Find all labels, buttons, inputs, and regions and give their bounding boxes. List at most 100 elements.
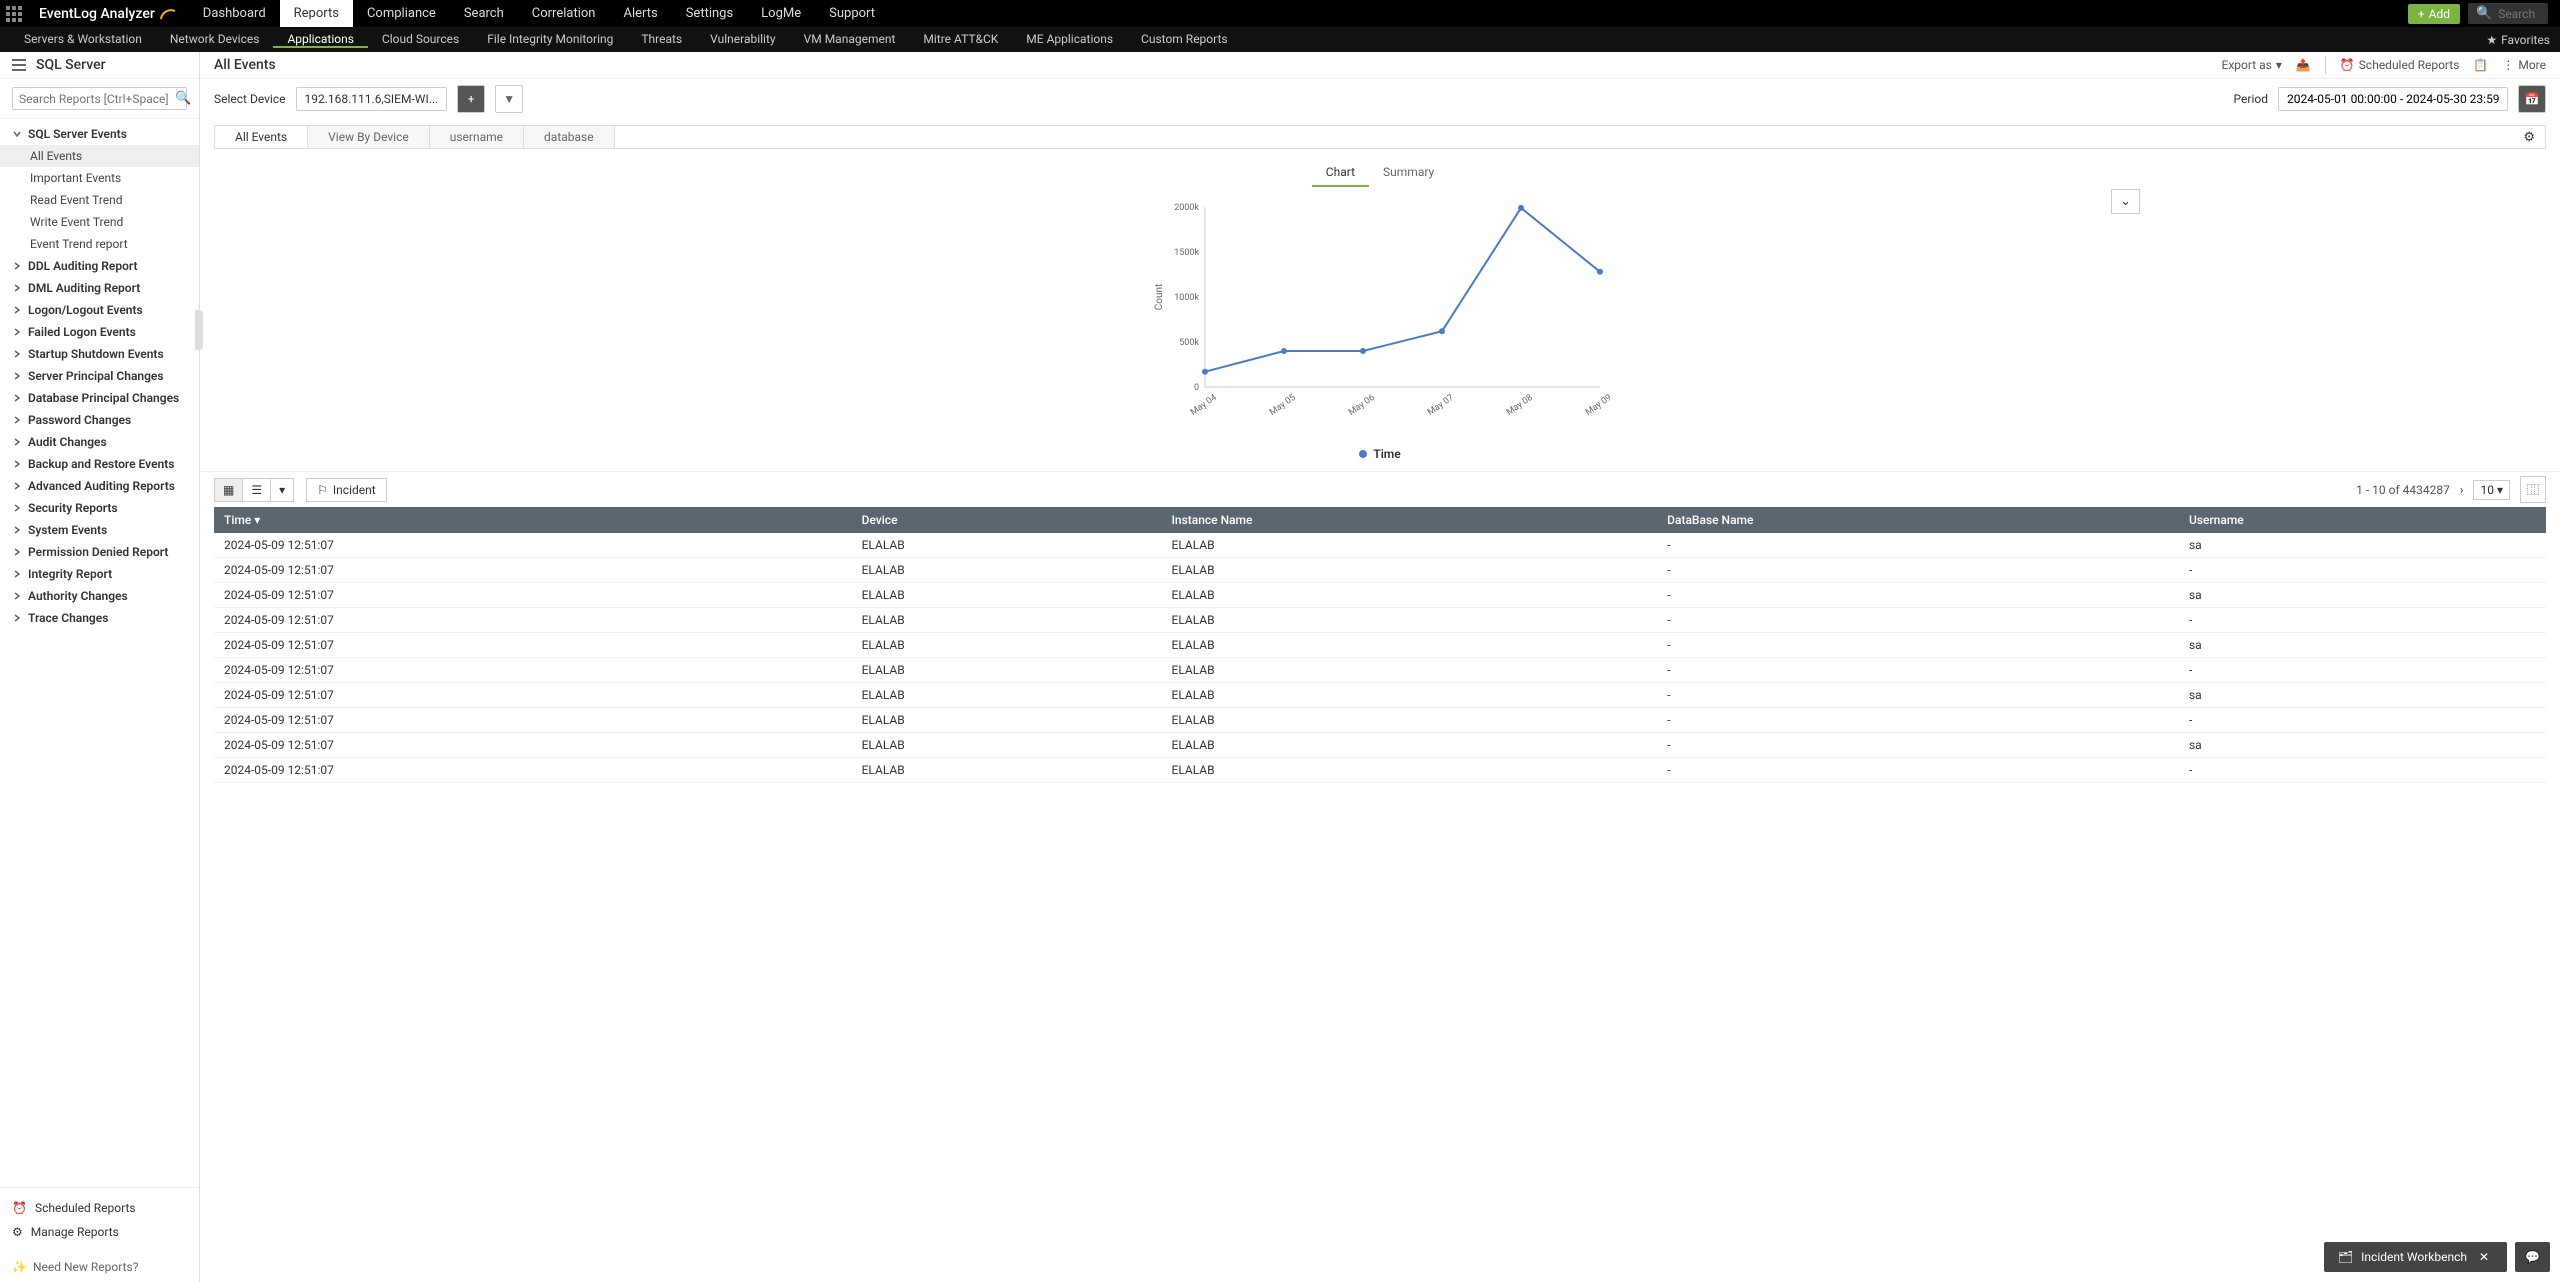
schedule-add-icon[interactable]: 📋: [2473, 58, 2488, 72]
subnav-item[interactable]: Threats: [627, 32, 696, 48]
tree-child[interactable]: Event Trend report: [0, 233, 199, 255]
export-dropdown[interactable]: Export as ▾: [2222, 58, 2282, 72]
subnav-item[interactable]: ME Applications: [1012, 32, 1127, 48]
tree-group[interactable]: Server Principal Changes: [0, 365, 199, 387]
tree-group[interactable]: Integrity Report: [0, 563, 199, 585]
hamburger-icon[interactable]: [12, 59, 26, 71]
tree-group[interactable]: Permission Denied Report: [0, 541, 199, 563]
tree-group[interactable]: Advanced Auditing Reports: [0, 475, 199, 497]
sidebar-search-input[interactable]: [19, 92, 175, 106]
list-dropdown-button[interactable]: ▾: [271, 479, 293, 501]
subnav-item[interactable]: Applications: [273, 32, 367, 48]
tree-group[interactable]: Failed Logon Events: [0, 321, 199, 343]
table-row[interactable]: 2024-05-09 12:51:07ELALABELALAB--: [214, 558, 2546, 583]
tree-child[interactable]: Important Events: [0, 167, 199, 189]
table-row[interactable]: 2024-05-09 12:51:07ELALABELALAB-sa: [214, 733, 2546, 758]
topnav-support[interactable]: Support: [815, 0, 889, 27]
topnav-search[interactable]: Search: [450, 0, 518, 27]
result-tab[interactable]: All Events: [215, 126, 308, 148]
page-next-button[interactable]: ›: [2460, 483, 2464, 497]
sidebar-search[interactable]: 🔍: [12, 87, 187, 110]
incident-workbench-button[interactable]: 🗂 Incident Workbench ✕: [2324, 1242, 2507, 1272]
tree-group[interactable]: Backup and Restore Events: [0, 453, 199, 475]
chart-tab[interactable]: Chart: [1312, 159, 1369, 187]
subnav-item[interactable]: VM Management: [790, 32, 910, 48]
tree-group[interactable]: Audit Changes: [0, 431, 199, 453]
global-search-input[interactable]: [2498, 7, 2548, 21]
column-header[interactable]: Device: [852, 507, 1162, 533]
tree-group[interactable]: System Events: [0, 519, 199, 541]
period-input[interactable]: [2278, 87, 2508, 111]
filter-button[interactable]: ▼: [495, 85, 523, 113]
export-icon[interactable]: 📤: [2296, 58, 2311, 72]
column-header[interactable]: DataBase Name: [1657, 507, 2179, 533]
table-row[interactable]: 2024-05-09 12:51:07ELALABELALAB-sa: [214, 533, 2546, 558]
tree-child[interactable]: Write Event Trend: [0, 211, 199, 233]
tree-group[interactable]: Database Principal Changes: [0, 387, 199, 409]
tabs-settings-button[interactable]: ⚙: [2513, 126, 2545, 148]
grid-view-button[interactable]: ▦: [215, 479, 243, 501]
subnav-item[interactable]: Servers & Workstation: [10, 32, 156, 48]
more-button[interactable]: ⋮ More: [2502, 58, 2546, 72]
tree-group[interactable]: Password Changes: [0, 409, 199, 431]
tree-group[interactable]: DML Auditing Report: [0, 277, 199, 299]
chat-button[interactable]: 💬: [2515, 1242, 2550, 1272]
device-select[interactable]: 192.168.111.6,SIEM-WI...: [296, 87, 448, 111]
chart-type-dropdown[interactable]: ⌄: [2111, 189, 2140, 214]
tree-group[interactable]: Startup Shutdown Events: [0, 343, 199, 365]
topnav-logme[interactable]: LogMe: [747, 0, 815, 27]
table-row[interactable]: 2024-05-09 12:51:07ELALABELALAB-sa: [214, 583, 2546, 608]
apps-icon[interactable]: [0, 0, 27, 27]
global-search[interactable]: 🔍: [2468, 3, 2548, 24]
need-reports-link[interactable]: ✨ Need New Reports?: [0, 1252, 199, 1282]
table-row[interactable]: 2024-05-09 12:51:07ELALABELALAB-sa: [214, 683, 2546, 708]
topnav-correlation[interactable]: Correlation: [518, 0, 610, 27]
tree-child[interactable]: Read Event Trend: [0, 189, 199, 211]
subnav-item[interactable]: Vulnerability: [696, 32, 789, 48]
result-tab[interactable]: username: [430, 126, 524, 148]
favorites-link[interactable]: ★ Favorites: [2486, 33, 2550, 47]
columns-settings-button[interactable]: ⿲: [2520, 476, 2546, 503]
incident-button[interactable]: ⚐ Incident: [306, 478, 387, 502]
table-row[interactable]: 2024-05-09 12:51:07ELALABELALAB-sa: [214, 633, 2546, 658]
column-header[interactable]: Time ▾: [214, 507, 852, 533]
brand-logo[interactable]: EventLog Analyzer: [27, 5, 189, 23]
chevron-right-icon: [12, 327, 22, 337]
tree-group[interactable]: Trace Changes: [0, 607, 199, 629]
scheduled-reports-link[interactable]: ⏰ Scheduled Reports: [12, 1196, 187, 1220]
scheduled-reports-button[interactable]: ⏰ Scheduled Reports: [2340, 58, 2460, 72]
list-view-button[interactable]: ☰: [243, 479, 271, 501]
table-row[interactable]: 2024-05-09 12:51:07ELALABELALAB--: [214, 608, 2546, 633]
table-row[interactable]: 2024-05-09 12:51:07ELALABELALAB--: [214, 708, 2546, 733]
topnav-alerts[interactable]: Alerts: [609, 0, 671, 27]
calendar-button[interactable]: 📅: [2518, 85, 2546, 113]
column-header[interactable]: Instance Name: [1162, 507, 1658, 533]
subnav-item[interactable]: Custom Reports: [1127, 32, 1242, 48]
tree-group[interactable]: DDL Auditing Report: [0, 255, 199, 277]
page-size-select[interactable]: 10 ▾: [2473, 480, 2510, 500]
tree-group[interactable]: Security Reports: [0, 497, 199, 519]
column-header[interactable]: Username: [2179, 507, 2546, 533]
result-tab[interactable]: View By Device: [308, 126, 430, 148]
topnav-compliance[interactable]: Compliance: [353, 0, 450, 27]
subnav-item[interactable]: Mitre ATT&CK: [909, 32, 1012, 48]
subnav-item[interactable]: File Integrity Monitoring: [473, 32, 627, 48]
topnav-dashboard[interactable]: Dashboard: [189, 0, 280, 27]
subnav-item[interactable]: Network Devices: [156, 32, 274, 48]
topnav-reports[interactable]: Reports: [280, 0, 353, 27]
line-chart: 0500k1000k1500k2000kCountMay 04May 05May…: [214, 187, 2546, 447]
add-button[interactable]: + Add: [2408, 4, 2460, 24]
manage-reports-link[interactable]: ⚙ Manage Reports: [12, 1220, 187, 1244]
table-row[interactable]: 2024-05-09 12:51:07ELALABELALAB--: [214, 758, 2546, 783]
add-device-button[interactable]: +: [457, 85, 485, 113]
chart-tab[interactable]: Summary: [1369, 159, 1448, 187]
tree-group[interactable]: Authority Changes: [0, 585, 199, 607]
tree-child[interactable]: All Events: [0, 145, 199, 167]
close-icon[interactable]: ✕: [2475, 1250, 2493, 1264]
result-tab[interactable]: database: [524, 126, 615, 148]
tree-group[interactable]: SQL Server Events: [0, 123, 199, 145]
subnav-item[interactable]: Cloud Sources: [368, 32, 473, 48]
table-row[interactable]: 2024-05-09 12:51:07ELALABELALAB--: [214, 658, 2546, 683]
tree-group[interactable]: Logon/Logout Events: [0, 299, 199, 321]
topnav-settings[interactable]: Settings: [672, 0, 747, 27]
